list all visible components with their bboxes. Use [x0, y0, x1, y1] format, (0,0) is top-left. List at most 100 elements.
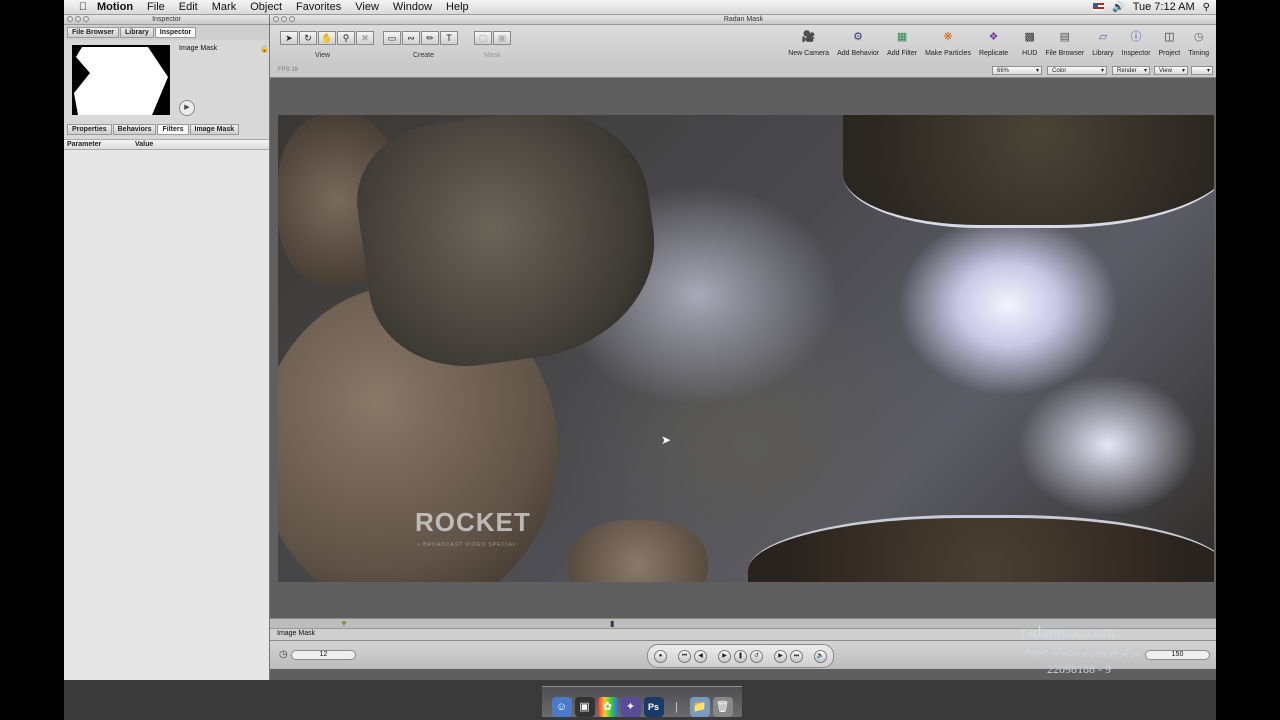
rectangle-icon[interactable]: ▭ [383, 31, 401, 45]
play-button[interactable]: ▶ [718, 649, 731, 663]
rocket-watermark: ROCKET [415, 507, 531, 537]
bezier-mask-icon[interactable]: ▣ [493, 31, 511, 45]
timing-button[interactable]: ◷ Timing [1184, 30, 1213, 57]
text-icon[interactable]: T [440, 31, 458, 45]
pause-button[interactable]: ❚ [734, 649, 747, 663]
library-button[interactable]: ▱ Library [1088, 30, 1117, 57]
new-camera-button[interactable]: 🎥 New Camera [784, 30, 833, 57]
previous-frame-button[interactable]: ◀ [694, 649, 707, 663]
menu-favorites[interactable]: Favorites [289, 0, 348, 14]
volume-icon[interactable]: 🔊 [1112, 2, 1124, 13]
parameter-list[interactable] [64, 150, 269, 680]
add-filter-button[interactable]: ▦ Add Filter [883, 30, 921, 57]
select-arrow-icon[interactable]: ➤ [280, 31, 298, 45]
paint-brush-icon[interactable]: ✏ [421, 31, 439, 45]
adjust-3d-icon[interactable]: ↻ [299, 31, 317, 45]
spotlight-search-icon[interactable]: ⚲ [1203, 2, 1210, 13]
replicate-button[interactable]: ❖ Replicate [975, 30, 1012, 57]
inspector-sub-tabs: Properties Behaviors Filters Image Mask [67, 124, 240, 135]
menu-view[interactable]: View [348, 0, 386, 14]
end-frame-field[interactable]: 150 [1145, 650, 1210, 660]
zoom-magnifier-icon[interactable]: ⚲ [337, 31, 355, 45]
bezier-icon[interactable]: ∾ [402, 31, 420, 45]
zoom-button[interactable] [83, 16, 89, 22]
inspector-button[interactable]: ⓘ Inspector [1118, 30, 1155, 57]
menu-object[interactable]: Object [243, 0, 289, 14]
library-icon: ▱ [1098, 31, 1108, 43]
record-button[interactable]: ● [654, 649, 667, 663]
go-to-end-button[interactable]: ⏭ [790, 649, 803, 663]
tab-inspector[interactable]: Inspector [154, 27, 197, 38]
tab-filters[interactable]: Filters [157, 124, 189, 135]
make-particles-button[interactable]: ❋ Make Particles [921, 30, 975, 57]
add-behavior-button[interactable]: ⚙ Add Behavior [833, 30, 883, 57]
rectangle-mask-icon[interactable]: ▢ [474, 31, 492, 45]
canvas-close-button[interactable] [273, 16, 279, 22]
canvas-titlebar[interactable]: Radan Mask [270, 15, 1216, 25]
trash-icon[interactable]: 🗑 [712, 697, 733, 717]
minimize-button[interactable] [75, 16, 81, 22]
camera-icon: 🎥 [801, 31, 816, 43]
in-point-marker-icon[interactable]: ▼ [340, 619, 348, 628]
radanmac-watermark-subtitle: Apple مرکز فروش و خدمات [1024, 647, 1142, 658]
lock-icon[interactable]: 🔒 [260, 45, 269, 53]
apple-menu-icon[interactable]:  [76, 1, 90, 13]
layout-popup[interactable] [1191, 66, 1213, 75]
audio-button[interactable]: 🔈 [814, 649, 827, 663]
radanmac-watermark: radanmac.com [1021, 624, 1115, 641]
pan-hand-icon[interactable]: ✋ [318, 31, 336, 45]
photoshop-icon[interactable]: Ps [643, 697, 664, 717]
channel-popup[interactable]: Color [1047, 66, 1107, 75]
fps-label: FPS [278, 67, 290, 73]
zoom-level-popup[interactable]: 66% [992, 66, 1042, 75]
project-icon: ◫ [1164, 31, 1175, 43]
menu-file[interactable]: File [140, 0, 172, 14]
timecode-toggle-icon[interactable]: ◷ [279, 649, 288, 660]
motion-app-icon[interactable]: ✦ [620, 697, 641, 717]
menu-mark[interactable]: Mark [205, 0, 243, 14]
tab-image-mask[interactable]: Image Mask [189, 124, 240, 135]
menu-app-motion[interactable]: Motion [90, 0, 140, 14]
color-wheel-icon[interactable]: ✿ [597, 697, 618, 717]
menu-clock[interactable]: Tue 7:12 AM [1133, 1, 1195, 13]
folder-icon[interactable]: 📁 [689, 697, 710, 717]
menu-help[interactable]: Help [439, 0, 476, 14]
separator-icon: | [675, 701, 678, 713]
preview-play-button[interactable]: ▶ [179, 100, 195, 116]
mouse-cursor-icon: ➤ [661, 433, 672, 447]
parameter-header: Parameter Value [64, 139, 269, 150]
menu-edit[interactable]: Edit [172, 0, 205, 14]
file-browser-icon: ▤ [1059, 31, 1070, 43]
tab-file-browser[interactable]: File Browser [67, 27, 120, 38]
input-source-flag-icon[interactable] [1093, 3, 1105, 11]
hud-button[interactable]: ▩ HUD [1018, 30, 1041, 57]
loop-button[interactable]: ↺ [750, 649, 763, 663]
canvas-viewer[interactable]: ROCKET • BROADCAST VIDEO SPECIAL ➤ [278, 115, 1214, 582]
playhead-icon[interactable]: ▮ [610, 619, 614, 628]
go-to-start-button[interactable]: ⏮ [678, 649, 691, 663]
finder-icon[interactable]: ☺ [551, 697, 572, 717]
tab-behaviors[interactable]: Behaviors [112, 124, 157, 135]
inspector-titlebar[interactable]: Inspector [64, 15, 269, 25]
final-cut-clapper-icon[interactable]: ▣ [574, 697, 595, 717]
file-browser-button[interactable]: ▤ File Browser [1041, 30, 1088, 57]
render-popup[interactable]: Render [1112, 66, 1150, 75]
tab-library[interactable]: Library [120, 27, 154, 38]
menu-window[interactable]: Window [386, 0, 439, 14]
close-button[interactable] [67, 16, 73, 22]
project-button[interactable]: ◫ Project [1154, 30, 1184, 57]
transform-icon[interactable]: ✖ [356, 31, 374, 45]
current-frame-field[interactable]: 12 [291, 650, 356, 660]
canvas-minimize-button[interactable] [281, 16, 287, 22]
fps-value: 19 [291, 67, 299, 73]
mask-tools: ▢ ▣ [474, 31, 511, 45]
tab-properties[interactable]: Properties [67, 124, 112, 135]
next-frame-button[interactable]: ▶ [774, 649, 787, 663]
canvas-window-title: Radan Mask [723, 16, 764, 23]
view-popup[interactable]: View [1154, 66, 1188, 75]
canvas-zoom-button[interactable] [289, 16, 295, 22]
video-rock [748, 515, 1214, 582]
mask-shape-icon [74, 47, 168, 115]
value-column-header: Value [135, 141, 154, 148]
clock-icon: ◷ [1193, 31, 1204, 43]
